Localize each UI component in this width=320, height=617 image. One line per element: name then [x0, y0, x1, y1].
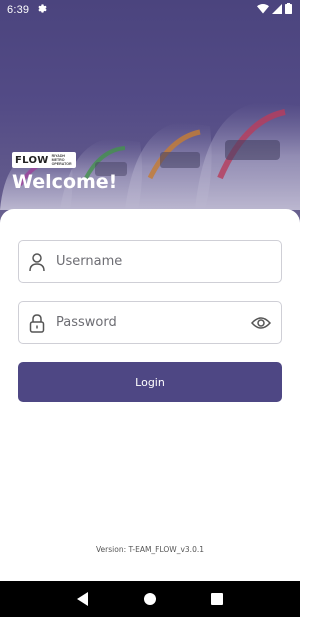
- username-input[interactable]: [55, 254, 281, 269]
- metro-train-image: [0, 102, 300, 210]
- brand-logo-subtext: RIYADH METRO OPERATOR: [51, 154, 72, 166]
- person-icon: [19, 252, 55, 272]
- login-card: Login Version: T-EAM_FLOW_v3.0.1: [0, 209, 300, 581]
- status-bar: 6:39: [0, 0, 300, 20]
- password-input[interactable]: [55, 315, 241, 330]
- welcome-title: Welcome!: [12, 171, 118, 193]
- cellular-signal-icon: [272, 3, 282, 17]
- password-field[interactable]: [18, 301, 282, 344]
- battery-icon: [285, 3, 292, 17]
- username-field[interactable]: [18, 240, 282, 283]
- brand-logo: FLOW RIYADH METRO OPERATOR: [12, 152, 76, 168]
- login-button[interactable]: Login: [18, 362, 282, 402]
- version-text: Version: T-EAM_FLOW_v3.0.1: [96, 545, 204, 554]
- system-nav-bar: [0, 581, 300, 617]
- hero-banner: 6:39 FLOW RIYADH METRO OPERATOR Welcome!: [0, 0, 300, 228]
- brand-logo-text: FLOW: [15, 154, 49, 166]
- eye-icon[interactable]: [241, 316, 281, 330]
- recents-icon[interactable]: [205, 587, 229, 611]
- home-icon[interactable]: [138, 587, 162, 611]
- back-icon[interactable]: [71, 587, 95, 611]
- wifi-icon: [257, 3, 269, 17]
- status-time: 6:39: [7, 4, 30, 16]
- lock-icon: [19, 313, 55, 333]
- settings-icon: [37, 3, 48, 17]
